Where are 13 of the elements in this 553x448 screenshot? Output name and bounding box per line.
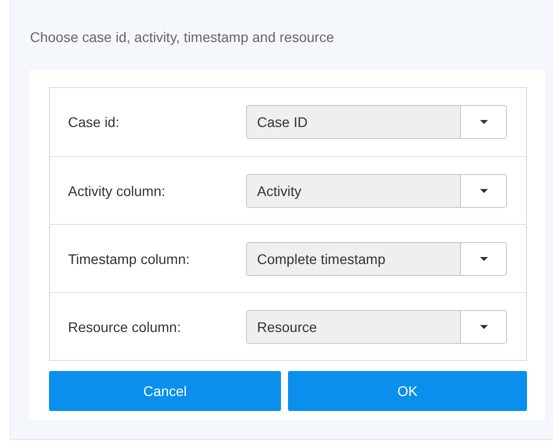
dialog-title: Choose case id, activity, timestamp and resource bbox=[30, 28, 335, 47]
dropdown[interactable]: Case ID bbox=[246, 105, 507, 139]
field-label: Activity column: bbox=[68, 182, 166, 198]
caret-icon bbox=[480, 120, 488, 124]
caret-icon bbox=[480, 256, 488, 260]
caret-icon bbox=[480, 324, 488, 328]
dropdown[interactable]: Resource bbox=[246, 310, 507, 344]
dropdown[interactable]: Complete timestamp bbox=[246, 242, 507, 276]
dropdown[interactable]: Activity bbox=[246, 174, 507, 208]
field-label: Case id: bbox=[68, 114, 120, 130]
field-label: Timestamp column: bbox=[68, 250, 191, 266]
caret-icon bbox=[480, 188, 488, 192]
field-label: Resource column: bbox=[68, 318, 182, 334]
